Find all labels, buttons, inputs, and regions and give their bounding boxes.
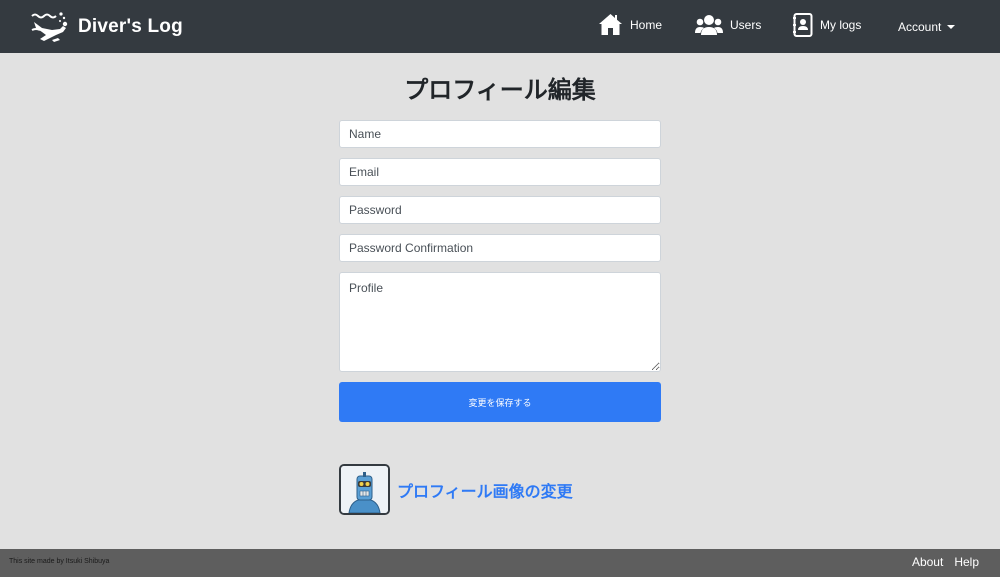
avatar [339, 464, 390, 515]
contact-book-icon [793, 13, 813, 37]
caret-down-icon [947, 25, 956, 29]
password-confirmation-field[interactable] [339, 234, 661, 262]
nav-users-label: Users [730, 18, 762, 32]
footer-credit: This site made by Itsuki Shibuya [9, 558, 110, 565]
profile-edit-form: 変更を保存する [339, 120, 661, 422]
navbar: Diver's Log Home Users My logs Account [0, 0, 1000, 53]
nav-account-label: Account [898, 20, 942, 34]
users-icon [695, 15, 723, 35]
footer: This site made by Itsuki Shibuya About H… [0, 549, 1000, 577]
page-title: プロフィール編集 [404, 77, 596, 104]
brand-link[interactable]: Diver's Log [30, 10, 183, 44]
profile-image-section: プロフィール画像の変更 [339, 464, 573, 515]
brand-name: Diver's Log [78, 15, 183, 37]
nav-my-logs-label: My logs [820, 18, 862, 32]
scuba-diver-icon [31, 11, 68, 42]
home-icon [599, 14, 622, 35]
footer-about-link[interactable]: About [912, 555, 943, 569]
name-field[interactable] [339, 120, 661, 148]
nav-my-logs[interactable]: My logs [793, 13, 861, 37]
nav-home[interactable]: Home [598, 13, 662, 36]
save-changes-button[interactable]: 変更を保存する [339, 382, 661, 422]
nav-home-label: Home [630, 17, 663, 32]
robot-avatar-image [341, 466, 388, 513]
password-field[interactable] [339, 196, 661, 224]
profile-textarea[interactable] [339, 272, 661, 372]
footer-links: About Help [901, 555, 979, 569]
email-field[interactable] [339, 158, 661, 186]
footer-help-link[interactable]: Help [954, 555, 979, 569]
change-profile-image-link[interactable]: プロフィール画像の変更 [397, 478, 573, 502]
nav-account-dropdown[interactable]: Account [898, 20, 956, 34]
nav-users[interactable]: Users [695, 14, 761, 36]
